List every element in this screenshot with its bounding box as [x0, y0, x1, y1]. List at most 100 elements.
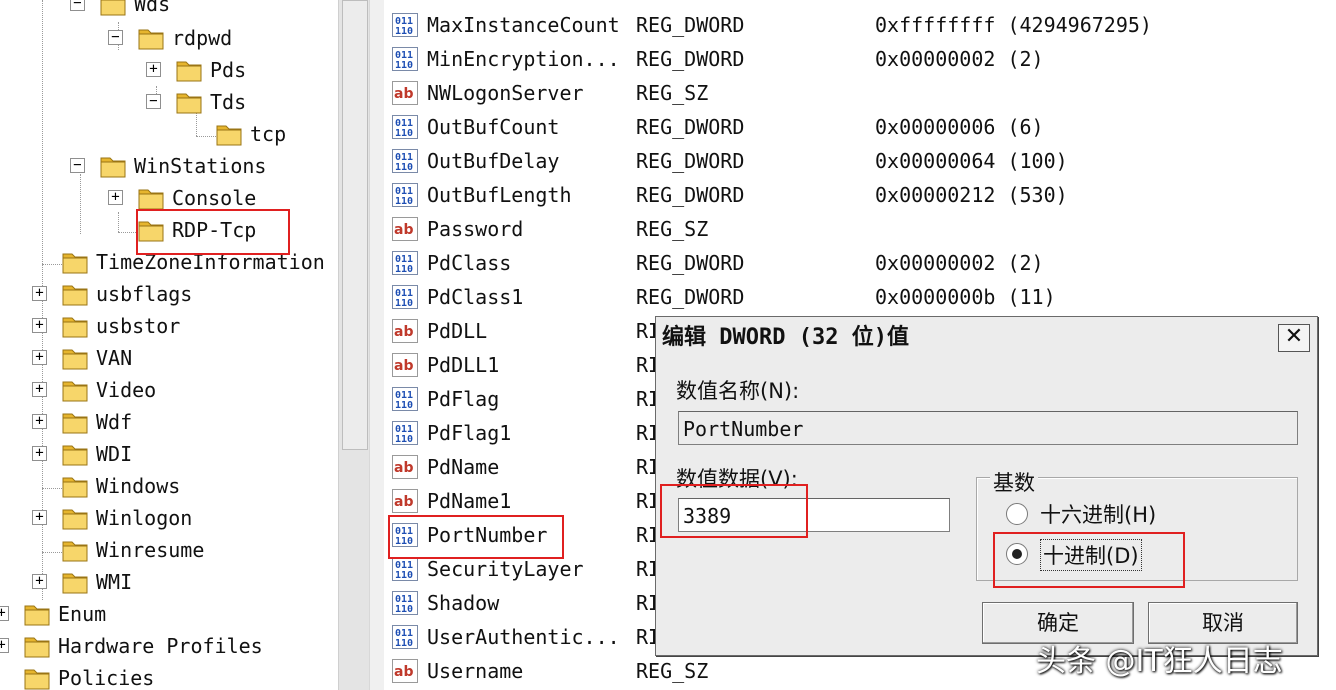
- svg-text:110: 110: [395, 264, 413, 275]
- folder-icon: [62, 377, 88, 402]
- value-data: 0x0000000b (11): [875, 285, 1056, 309]
- string-icon: ab: [392, 353, 418, 377]
- tree-node-label[interactable]: VAN: [96, 342, 132, 374]
- expand-icon[interactable]: +: [32, 574, 47, 589]
- folder-icon: [138, 25, 164, 50]
- value-type: REG_SZ: [636, 659, 709, 683]
- tree-node-label[interactable]: Winlogon: [96, 502, 192, 534]
- watermark: 头条 @IT狂人日志: [1036, 644, 1283, 679]
- value-row[interactable]: 011 110 OutBufDelay REG_DWORD 0x00000064 (10…: [384, 144, 1336, 178]
- value-row[interactable]: 011 110 PdClass1 REG_DWORD 0x0000000b (11): [384, 280, 1336, 314]
- svg-text:110: 110: [395, 570, 413, 581]
- dword-icon: 011 110: [392, 421, 418, 445]
- folder-icon: [62, 441, 88, 466]
- hex-radio-label[interactable]: 十六进制(H): [1040, 499, 1156, 529]
- expand-icon[interactable]: +: [108, 190, 123, 205]
- value-row[interactable]: ab Password REG_SZ: [384, 212, 1336, 246]
- value-type: REG_DWORD: [636, 115, 745, 139]
- value-name: PdClass: [427, 251, 512, 275]
- expand-icon[interactable]: +: [32, 318, 47, 333]
- dword-icon: 011 110: [392, 557, 418, 581]
- tree-node-label[interactable]: usbstor: [96, 310, 180, 342]
- registry-tree-pane[interactable]: − Wds − rdpwd + Pds − Tds tcp − WinStations + Consol…: [0, 0, 338, 690]
- tree-node-label[interactable]: WDI: [96, 438, 132, 470]
- value-row[interactable]: 011 110 PdClass REG_DWORD 0x00000002 (2): [384, 246, 1336, 280]
- close-button[interactable]: ✕: [1278, 324, 1310, 352]
- svg-text:ab: ab: [394, 460, 413, 476]
- tree-scrollbar[interactable]: [338, 0, 369, 690]
- hex-radio[interactable]: [1006, 503, 1028, 525]
- tree-node-label[interactable]: Tds: [210, 86, 246, 118]
- value-name: UserAuthentic...: [427, 625, 620, 649]
- value-name: MaxInstanceCount: [427, 13, 620, 37]
- folder-icon: [62, 473, 88, 498]
- value-row[interactable]: 011 110 MinEncryption... REG_DWORD 0x0000000…: [384, 42, 1336, 76]
- value-type: REG_DWORD: [636, 183, 745, 207]
- tree-node-label[interactable]: Pds: [210, 54, 246, 86]
- svg-text:110: 110: [395, 400, 413, 411]
- base-label: 基数: [990, 467, 1038, 497]
- collapse-icon[interactable]: −: [70, 158, 85, 173]
- tree-node-label[interactable]: WinStations: [134, 150, 266, 182]
- decimal-highlight: [993, 532, 1185, 588]
- expand-icon[interactable]: +: [32, 510, 47, 525]
- value-name: PdDLL: [427, 319, 488, 343]
- folder-icon: [138, 185, 164, 210]
- folder-icon: [24, 633, 50, 658]
- dword-icon: 011 110: [392, 115, 418, 139]
- dword-icon: 011 110: [392, 183, 418, 207]
- svg-text:ab: ab: [394, 494, 413, 510]
- dword-icon: 011 110: [392, 13, 418, 37]
- collapse-icon[interactable]: −: [70, 0, 85, 11]
- tree-node-label[interactable]: rdpwd: [172, 22, 232, 54]
- value-row[interactable]: ab NWLogonServer REG_SZ: [384, 76, 1336, 110]
- collapse-icon[interactable]: −: [146, 94, 161, 109]
- expand-icon[interactable]: +: [32, 382, 47, 397]
- tree-node-label[interactable]: Wdf: [96, 406, 132, 438]
- value-name: PdName: [427, 455, 500, 479]
- string-icon: ab: [392, 81, 418, 105]
- folder-icon: [176, 57, 202, 82]
- folder-icon: [24, 601, 50, 626]
- expand-icon[interactable]: +: [32, 286, 47, 301]
- tree-node-label[interactable]: Hardware Profiles: [58, 630, 263, 662]
- dword-icon: 011 110: [392, 149, 418, 173]
- dword-icon: 011 110: [392, 387, 418, 411]
- value-row[interactable]: 011 110 OutBufCount REG_DWORD 0x00000006 (6): [384, 110, 1336, 144]
- value-name: OutBufDelay: [427, 149, 560, 173]
- portnumber-highlight: [388, 515, 564, 559]
- tree-node-label[interactable]: Policies: [58, 662, 154, 690]
- dword-icon: 011 110: [392, 625, 418, 649]
- tree-node-label[interactable]: Wds: [134, 0, 170, 20]
- expand-icon[interactable]: +: [32, 350, 47, 365]
- tree-node-label[interactable]: usbflags: [96, 278, 192, 310]
- tree-node-label[interactable]: Winresume: [96, 534, 204, 566]
- value-name-field: PortNumber: [678, 411, 1298, 445]
- value-data: 0x00000212 (530): [875, 183, 1068, 207]
- expand-icon[interactable]: +: [0, 606, 9, 621]
- value-name: PdName1: [427, 489, 512, 513]
- tree-node-label[interactable]: Video: [96, 374, 156, 406]
- svg-text:ab: ab: [394, 358, 413, 374]
- pane-splitter[interactable]: [369, 0, 385, 690]
- string-icon: ab: [392, 659, 418, 683]
- tree-node-label[interactable]: tcp: [250, 118, 286, 150]
- tree-node-label[interactable]: WMI: [96, 566, 132, 598]
- tree-scrollbar-thumb[interactable]: [342, 0, 368, 450]
- tree-node-label[interactable]: Windows: [96, 470, 180, 502]
- expand-icon[interactable]: +: [146, 62, 161, 77]
- expand-icon[interactable]: +: [0, 638, 9, 653]
- value-row[interactable]: 011 110 OutBufLength REG_DWORD 0x00000212 (5…: [384, 178, 1336, 212]
- dword-icon: 011 110: [392, 47, 418, 71]
- value-type: REG_SZ: [636, 217, 709, 241]
- value-data-highlight: [660, 484, 808, 538]
- folder-icon: [62, 249, 88, 274]
- value-row[interactable]: 011 110 MaxInstanceCount REG_DWORD 0xfffffff…: [384, 8, 1336, 42]
- svg-text:ab: ab: [394, 222, 413, 238]
- dialog-titlebar[interactable]: 编辑 DWORD (32 位)值 ✕: [656, 317, 1317, 359]
- tree-node-label[interactable]: Enum: [58, 598, 106, 630]
- expand-icon[interactable]: +: [32, 414, 47, 429]
- expand-icon[interactable]: +: [32, 446, 47, 461]
- collapse-icon[interactable]: −: [108, 30, 123, 45]
- value-name: MinEncryption...: [427, 47, 620, 71]
